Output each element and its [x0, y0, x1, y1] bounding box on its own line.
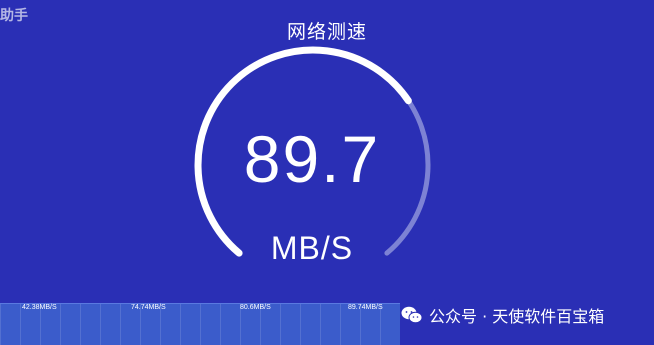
history-item: 89.74MB/S	[348, 304, 383, 311]
speed-value: 89.7	[243, 122, 381, 196]
speed-unit: MB/S	[270, 230, 354, 266]
watermark: 公众号 · 天使软件百宝箱	[401, 302, 604, 328]
speed-test-screen: 助手 网络测速 89.7 MB/S 42.38MB/S 74.74MB/S 80…	[0, 0, 654, 345]
history-item: 74.74MB/S	[131, 304, 166, 311]
history-item: 80.6MB/S	[240, 304, 271, 311]
history-item: 42.38MB/S	[22, 304, 57, 311]
wechat-icon	[401, 306, 423, 324]
watermark-text: 公众号 · 天使软件百宝箱	[429, 307, 605, 326]
speed-history-strip	[0, 303, 400, 345]
